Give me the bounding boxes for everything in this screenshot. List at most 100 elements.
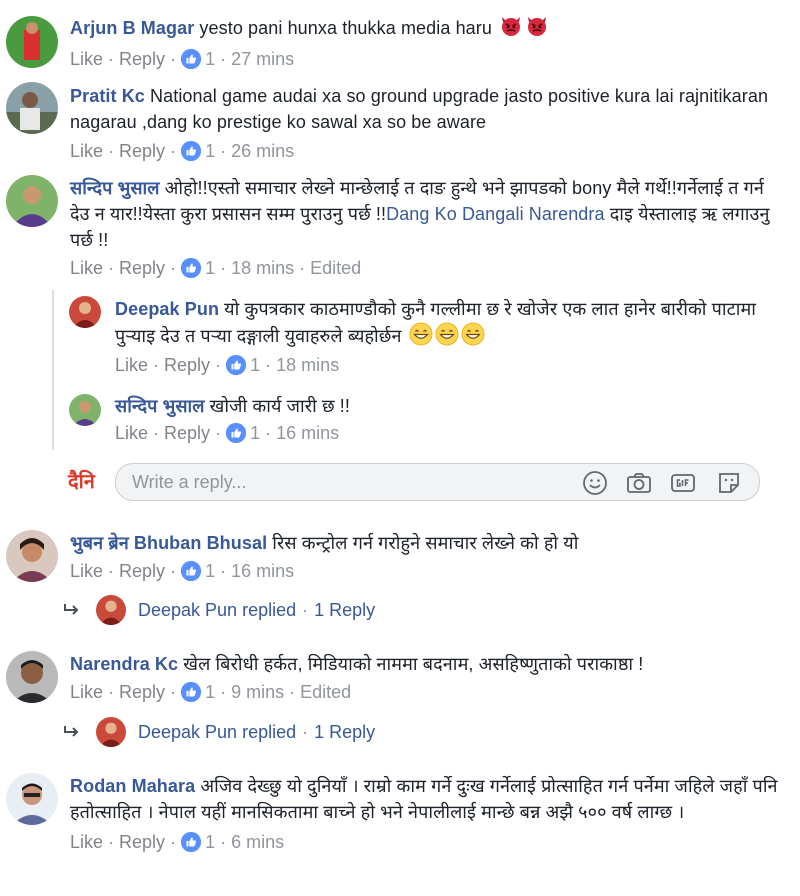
avatar[interactable]: [6, 773, 58, 825]
reply-composer: [115, 463, 760, 501]
separator: ·: [108, 49, 115, 69]
timestamp[interactable]: 18 mins: [276, 353, 339, 377]
angry-devil-icon: [499, 14, 523, 38]
mention-link[interactable]: Dang Ko Dangali Narendra: [386, 204, 605, 224]
like-thumb-icon[interactable]: [181, 258, 202, 278]
like-button[interactable]: Like: [70, 47, 103, 71]
separator: ·: [108, 561, 115, 581]
replied-text[interactable]: Deepak Pun replied: [138, 722, 296, 743]
author-link[interactable]: Narendra Kc: [70, 654, 178, 674]
emoji-icon[interactable]: [582, 470, 608, 496]
comment-message: खेल बिरोधी हर्कत, मिडियाको नाममा बदनाम, …: [178, 654, 644, 674]
reply-button[interactable]: Reply: [119, 256, 165, 280]
like-thumb-icon[interactable]: [181, 832, 202, 852]
like-count[interactable]: 1: [205, 256, 215, 280]
timestamp[interactable]: 6 mins: [231, 830, 284, 854]
like-thumb-icon[interactable]: [181, 682, 202, 702]
like-count[interactable]: 1: [205, 830, 215, 854]
separator: ·: [170, 258, 177, 278]
like-thumb-icon[interactable]: [181, 49, 202, 69]
reply-button[interactable]: Reply: [119, 47, 165, 71]
like-button[interactable]: Like: [70, 680, 103, 704]
view-replies-link[interactable]: Deepak Pun replied · 1 Reply: [62, 595, 375, 625]
reply-count[interactable]: 1 Reply: [314, 600, 375, 621]
avatar[interactable]: [6, 82, 58, 134]
avatar[interactable]: [6, 530, 58, 582]
reply-count[interactable]: 1 Reply: [314, 722, 375, 743]
author-link[interactable]: भुबन ब्रेन Bhuban Bhusal: [70, 533, 267, 553]
separator: ·: [153, 355, 160, 375]
separator: ·: [220, 682, 227, 702]
comment-actions: Like · Reply · 1 · 16 mins: [70, 559, 786, 583]
like-button[interactable]: Like: [70, 559, 103, 583]
reply-thread-line: [52, 290, 54, 450]
separator: ·: [265, 423, 272, 443]
comment-actions: Like · Reply · 1 · 18 mins: [115, 353, 786, 377]
grinning-face-icon: [409, 322, 433, 346]
like-count[interactable]: 1: [250, 421, 260, 445]
separator: ·: [108, 141, 115, 161]
timestamp[interactable]: 16 mins: [231, 559, 294, 583]
author-link[interactable]: Deepak Pun: [115, 299, 219, 319]
separator: ·: [108, 258, 115, 278]
comment-text: सन्दिप भुसाल खोजी कार्य जारी छ !!: [115, 393, 786, 419]
comment-text: भुबन ब्रेन Bhuban Bhusal रिस कन्ट्रोल गर…: [70, 530, 786, 556]
like-count[interactable]: 1: [205, 559, 215, 583]
separator: ·: [302, 599, 309, 620]
gif-icon[interactable]: [670, 470, 696, 496]
reply-button[interactable]: Reply: [119, 559, 165, 583]
avatar[interactable]: [6, 175, 58, 227]
replied-text[interactable]: Deepak Pun replied: [138, 600, 296, 621]
author-link[interactable]: Arjun B Magar: [70, 18, 194, 38]
edited-label[interactable]: Edited: [310, 256, 361, 280]
comment-text: Arjun B Magar yesto pani hunxa thukka me…: [70, 14, 786, 41]
like-button[interactable]: Like: [70, 139, 103, 163]
separator: ·: [170, 561, 177, 581]
reply-button[interactable]: Reply: [164, 421, 210, 445]
grinning-face-icon: [461, 322, 485, 346]
sticker-icon[interactable]: [716, 470, 742, 496]
separator: ·: [289, 682, 296, 702]
like-thumb-icon[interactable]: [226, 355, 247, 375]
separator: ·: [265, 355, 272, 375]
author-link[interactable]: Rodan Mahara: [70, 776, 195, 796]
view-replies-link[interactable]: Deepak Pun replied · 1 Reply: [62, 717, 375, 747]
timestamp[interactable]: 18 mins: [231, 256, 294, 280]
like-thumb-icon[interactable]: [226, 423, 247, 443]
timestamp[interactable]: 16 mins: [276, 421, 339, 445]
like-count[interactable]: 1: [205, 47, 215, 71]
reply-button[interactable]: Reply: [119, 830, 165, 854]
author-link[interactable]: सन्दिप भुसाल: [70, 178, 160, 198]
comment-actions: Like · Reply · 1 · 9 mins · Edited: [70, 680, 786, 704]
like-button[interactable]: Like: [70, 256, 103, 280]
timestamp[interactable]: 26 mins: [231, 139, 294, 163]
edited-label[interactable]: Edited: [300, 680, 351, 704]
like-count[interactable]: 1: [250, 353, 260, 377]
comment-text: सन्दिप भुसाल ओहो!!एस्तो समाचार लेख्ने मा…: [70, 175, 786, 253]
avatar[interactable]: [69, 296, 101, 328]
reply-button[interactable]: Reply: [119, 139, 165, 163]
like-count[interactable]: 1: [205, 680, 215, 704]
avatar[interactable]: [6, 651, 58, 703]
like-button[interactable]: Like: [70, 830, 103, 854]
page-logo: दैनि: [67, 462, 103, 498]
author-link[interactable]: सन्दिप भुसाल: [115, 396, 205, 416]
like-button[interactable]: Like: [115, 421, 148, 445]
author-link[interactable]: Pratit Kc: [70, 86, 145, 106]
timestamp[interactable]: 9 mins: [231, 680, 284, 704]
reply-arrow-icon: [62, 724, 82, 740]
reply-input[interactable]: [132, 464, 552, 500]
separator: ·: [220, 49, 227, 69]
like-thumb-icon[interactable]: [181, 561, 202, 581]
avatar[interactable]: [69, 394, 101, 426]
separator: ·: [153, 423, 160, 443]
camera-icon[interactable]: [626, 470, 652, 496]
separator: ·: [220, 832, 227, 852]
like-button[interactable]: Like: [115, 353, 148, 377]
like-thumb-icon[interactable]: [181, 141, 202, 161]
avatar[interactable]: [6, 16, 58, 68]
reply-button[interactable]: Reply: [119, 680, 165, 704]
like-count[interactable]: 1: [205, 139, 215, 163]
reply-button[interactable]: Reply: [164, 353, 210, 377]
timestamp[interactable]: 27 mins: [231, 47, 294, 71]
